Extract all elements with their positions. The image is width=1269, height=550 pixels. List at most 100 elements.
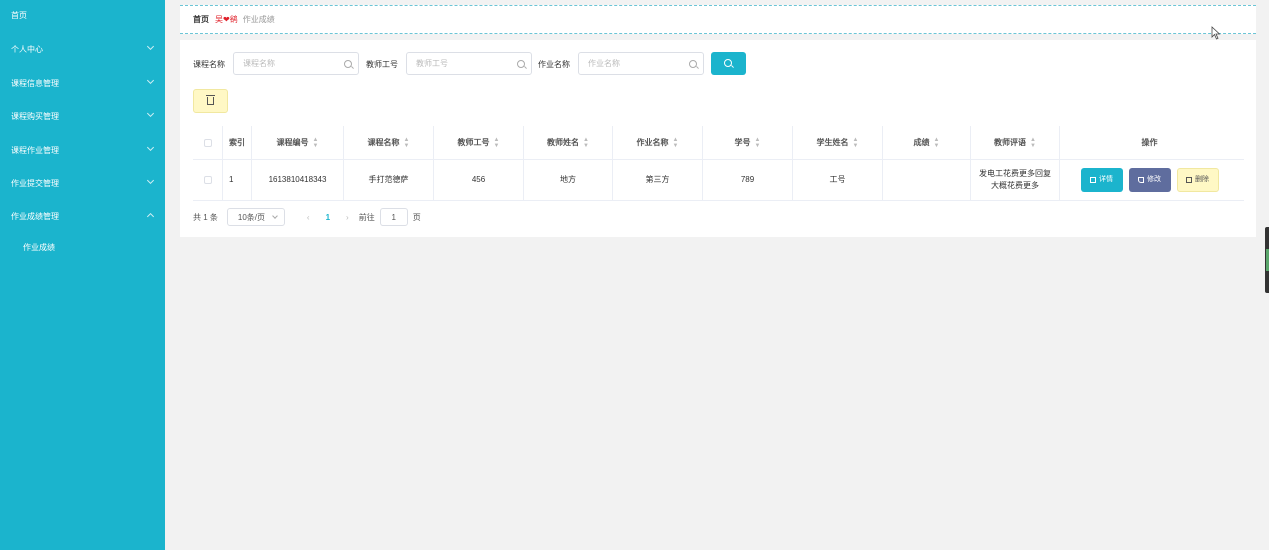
- sort-icon[interactable]: ▲ ▼: [404, 137, 410, 149]
- header-actions: 操作: [1060, 126, 1239, 159]
- teacher-id-placeholder: 教师工号: [416, 59, 448, 68]
- table-header-row: 索引 课程编号 ▲ ▼ 课程名称 ▲ ▼ 教师工号 ▲ ▼ 教师姓名 ▲ ▼ 作业名称 ▲ ▼ 学号…: [193, 126, 1244, 160]
- side-scroll-handle[interactable]: [1265, 227, 1269, 293]
- sort-icon[interactable]: ▲ ▼: [313, 137, 319, 149]
- header-homework-name[interactable]: 作业名称 ▲ ▼: [613, 126, 703, 159]
- teacher-id-input[interactable]: 教师工号: [406, 52, 532, 75]
- header-label: 教师工号: [457, 137, 490, 147]
- sort-icon[interactable]: ▲ ▼: [583, 137, 589, 149]
- sort-icon[interactable]: ▲ ▼: [1030, 137, 1036, 149]
- search-icon: [517, 60, 525, 68]
- next-page-button[interactable]: ›: [346, 213, 349, 222]
- cell-student-name: 工号: [793, 160, 883, 200]
- page-size-select[interactable]: 10条/页: [226, 208, 285, 226]
- detail-button[interactable]: 详情: [1080, 168, 1123, 192]
- header-comment[interactable]: 教师评语 ▲ ▼: [971, 126, 1060, 159]
- sidebar-item-label: 课程信息管理: [11, 78, 59, 88]
- breadcrumb-home[interactable]: 首页: [193, 14, 209, 25]
- sidebar-item-course-info[interactable]: 课程信息管理: [0, 73, 165, 93]
- header-teacher-name[interactable]: 教师姓名 ▲ ▼: [524, 126, 613, 159]
- header-label: 成绩: [913, 137, 930, 147]
- sort-icon[interactable]: ▲ ▼: [494, 137, 500, 149]
- header-label: 课程名称: [367, 137, 400, 147]
- cell-comment: 发电工花费更多回复大概花费更多: [971, 160, 1060, 200]
- header-student-no[interactable]: 学号 ▲ ▼: [703, 126, 793, 159]
- sort-icon[interactable]: ▲ ▼: [755, 137, 761, 149]
- main-panel: 课程名称 课程名称 教师工号 教师工号 作业名称 作业名称 索引 课程编号 ▲ ▼ …: [180, 40, 1256, 237]
- header-label: 学生姓名: [816, 137, 849, 147]
- sidebar-item-course-purchase[interactable]: 课程购买管理: [0, 106, 165, 126]
- header-label: 操作: [1141, 137, 1158, 147]
- delete-button[interactable]: 删除: [1176, 168, 1219, 192]
- search-icon: [689, 60, 697, 68]
- cell-score: [883, 160, 971, 200]
- goto-label: 前往: [358, 212, 375, 222]
- header-label: 教师姓名: [547, 137, 580, 147]
- detail-button-label: 详情: [1099, 176, 1113, 183]
- breadcrumb-separator: 吴❤鹆: [215, 15, 238, 24]
- sidebar-subitem-homework-score[interactable]: 作业成绩: [0, 238, 165, 256]
- homework-name-input[interactable]: 作业名称: [578, 52, 704, 75]
- sidebar-item-label: 课程作业管理: [11, 145, 59, 155]
- homework-name-label: 作业名称: [538, 60, 570, 69]
- sidebar-item-label: 首页: [11, 10, 27, 20]
- sort-icon[interactable]: ▲ ▼: [673, 137, 679, 149]
- chevron-down-icon: [272, 213, 278, 219]
- sidebar-item-label: 作业成绩管理: [11, 211, 59, 221]
- chevron-down-icon: [146, 143, 155, 152]
- sidebar-item-course-homework[interactable]: 课程作业管理: [0, 140, 165, 160]
- table-row: 1 1613810418343 手打范德萨 456 地方 第三方 789 工号 …: [193, 160, 1244, 201]
- trash-icon: [1186, 177, 1192, 183]
- sidebar-item-label: 个人中心: [11, 44, 43, 54]
- delete-button-label: 删除: [1195, 176, 1209, 183]
- search-button[interactable]: [711, 52, 746, 75]
- document-icon: [1090, 177, 1096, 183]
- search-icon: [724, 59, 732, 67]
- select-all-cell: [193, 126, 223, 159]
- sort-icon[interactable]: ▲ ▼: [934, 137, 940, 149]
- mouse-cursor-icon: [1211, 26, 1221, 40]
- header-course-no[interactable]: 课程编号 ▲ ▼: [252, 126, 344, 159]
- course-name-label: 课程名称: [193, 60, 225, 69]
- edit-icon: [1138, 177, 1144, 183]
- cell-index: 1: [223, 160, 252, 200]
- page-suffix: 页: [412, 212, 421, 222]
- header-course-name[interactable]: 课程名称 ▲ ▼: [344, 126, 434, 159]
- header-label: 教师评语: [994, 137, 1027, 147]
- row-checkbox[interactable]: [203, 176, 212, 184]
- batch-delete-button[interactable]: [193, 89, 228, 113]
- sort-icon[interactable]: ▲ ▼: [853, 137, 859, 149]
- select-all-checkbox[interactable]: [203, 138, 212, 147]
- homework-name-placeholder: 作业名称: [588, 59, 620, 68]
- page-number-current[interactable]: 1: [326, 213, 330, 222]
- trash-icon: [206, 95, 215, 105]
- header-label: 课程编号: [276, 137, 309, 147]
- prev-page-button[interactable]: ‹: [307, 213, 310, 222]
- header-teacher-id[interactable]: 教师工号 ▲ ▼: [434, 126, 524, 159]
- cell-course-no: 1613810418343: [252, 160, 344, 200]
- goto-page-input[interactable]: 1: [379, 208, 408, 226]
- pagination: 共 1 条 10条/页 ‹ 1 › 前往 1 页: [193, 208, 421, 226]
- header-student-name[interactable]: 学生姓名 ▲ ▼: [793, 126, 883, 159]
- course-name-input[interactable]: 课程名称: [233, 52, 359, 75]
- page-size-value: 10条/页: [237, 212, 266, 222]
- header-index: 索引: [223, 126, 252, 159]
- edit-button[interactable]: 修改: [1128, 168, 1171, 192]
- sidebar-item-homework-score[interactable]: 作业成绩管理: [0, 206, 165, 226]
- edit-button-label: 修改: [1147, 176, 1161, 183]
- sidebar-item-label: 课程购买管理: [11, 111, 59, 121]
- header-score[interactable]: 成绩 ▲ ▼: [883, 126, 971, 159]
- course-name-placeholder: 课程名称: [243, 59, 275, 68]
- header-label: 作业名称: [636, 137, 669, 147]
- chevron-up-icon: [146, 212, 155, 221]
- search-icon: [344, 60, 352, 68]
- sidebar-item-personal-center[interactable]: 个人中心: [0, 39, 165, 59]
- cell-course-name: 手打范德萨: [344, 160, 434, 200]
- breadcrumb: 首页 吴❤鹆 作业成绩: [180, 5, 1256, 34]
- chevron-down-icon: [146, 42, 155, 51]
- sidebar-item-homework-submission[interactable]: 作业提交管理: [0, 173, 165, 193]
- header-label: 学号: [734, 137, 751, 147]
- sidebar-subitem-label: 作业成绩: [23, 242, 55, 252]
- sidebar-item-home[interactable]: 首页: [0, 5, 165, 25]
- header-label: 索引: [229, 137, 245, 147]
